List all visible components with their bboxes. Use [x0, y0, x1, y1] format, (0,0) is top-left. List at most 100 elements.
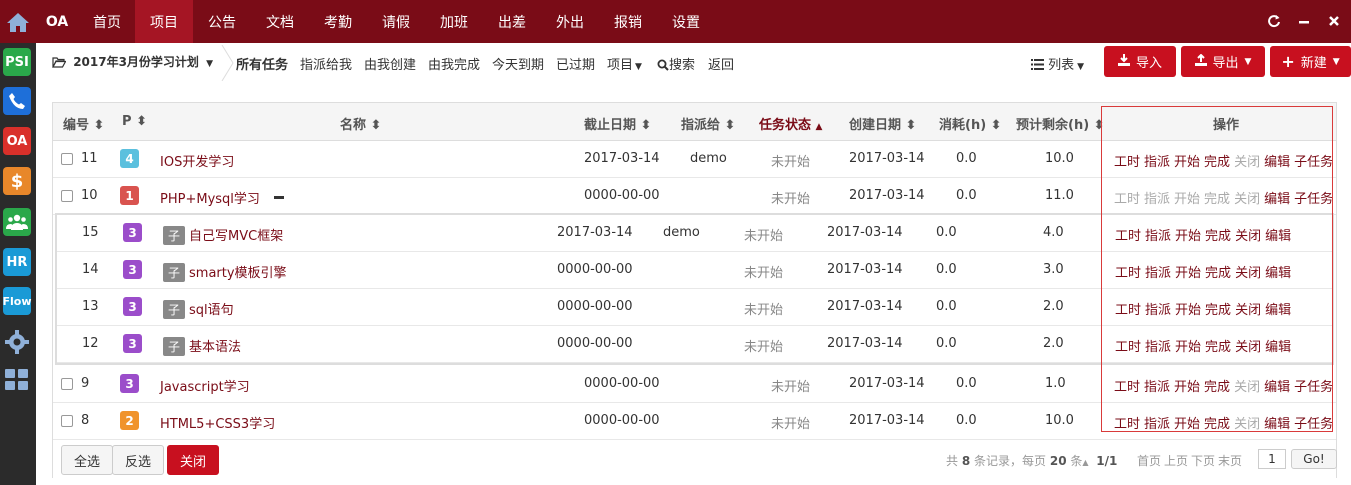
task-name-link[interactable]: 子 sql语句: [163, 299, 234, 319]
subtask-row[interactable]: 15 2017-03-14 demo 未开始 2017-03-14 0.0 4.0 3 子自己写…: [57, 215, 1332, 252]
action-finish[interactable]: 完成: [1204, 380, 1230, 395]
minimize-icon[interactable]: [1294, 11, 1314, 31]
action-assign[interactable]: 指派: [1144, 155, 1170, 170]
export-button[interactable]: 导出 ▼: [1181, 46, 1265, 77]
action-assign[interactable]: 指派: [1145, 229, 1171, 244]
action-log-hours[interactable]: 工时: [1114, 155, 1140, 170]
app-psi-icon[interactable]: PSI: [3, 48, 31, 76]
action-close[interactable]: 关闭: [1235, 340, 1261, 355]
nav-item-4[interactable]: 考勤: [309, 0, 367, 43]
filter-project-dropdown[interactable]: 项目 ▼: [607, 54, 642, 73]
table-row[interactable]: 8 0000-00-00 未开始 2017-03-14 0.0 10.0 2 HTML5+CS…: [53, 403, 1336, 440]
app-oa-icon[interactable]: OA: [3, 127, 31, 155]
subtask-row[interactable]: 12 0000-00-00 未开始 2017-03-14 0.0 2.0 3 子基本语法 工时指…: [57, 326, 1332, 363]
nav-item-6[interactable]: 加班: [425, 0, 483, 43]
pager-next[interactable]: 下页: [1191, 452, 1215, 469]
import-button[interactable]: 导入: [1104, 46, 1176, 77]
view-list-toggle[interactable]: 列表 ▼: [1031, 54, 1084, 74]
table-row[interactable]: 9 0000-00-00 未开始 2017-03-14 0.0 1.0 3 Javascrip…: [53, 366, 1336, 403]
filter-finished-by-me[interactable]: 由我完成: [428, 54, 480, 73]
col-id-header[interactable]: 编号 ⬍: [63, 114, 104, 133]
action-edit[interactable]: 编辑: [1265, 229, 1291, 244]
action-close[interactable]: 关闭: [1234, 155, 1260, 170]
back-link[interactable]: 返回: [708, 54, 734, 73]
action-close[interactable]: 关闭: [1235, 229, 1261, 244]
team-app-icon[interactable]: [3, 208, 31, 236]
invert-selection-button[interactable]: 反选: [112, 445, 164, 475]
action-start[interactable]: 开始: [1174, 192, 1200, 207]
action-log-hours[interactable]: 工时: [1114, 417, 1140, 432]
action-start[interactable]: 开始: [1175, 229, 1201, 244]
row-checkbox[interactable]: [61, 415, 73, 427]
action-log-hours[interactable]: 工时: [1114, 192, 1140, 207]
task-name-link[interactable]: 子基本语法: [163, 336, 241, 356]
action-finish[interactable]: 完成: [1204, 417, 1230, 432]
project-selector[interactable]: 2017年3月份学习计划 ▼: [51, 53, 213, 71]
action-start[interactable]: 开始: [1174, 417, 1200, 432]
action-log-hours[interactable]: 工时: [1115, 229, 1141, 244]
subtask-row[interactable]: 14 0000-00-00 未开始 2017-03-14 0.0 3.0 3 子 smarty模…: [57, 252, 1332, 289]
gear-icon[interactable]: [3, 328, 31, 356]
row-checkbox[interactable]: [61, 190, 73, 202]
phone-app-icon[interactable]: [3, 87, 31, 115]
table-row[interactable]: 10 0000-00-00 未开始 2017-03-14 0.0 11.0 1 PHP+Mys…: [53, 178, 1336, 215]
nav-item-0[interactable]: 首页: [78, 0, 136, 43]
action-edit[interactable]: 编辑: [1264, 192, 1290, 207]
nav-item-7[interactable]: 出差: [483, 0, 541, 43]
action-subtask[interactable]: 子任务: [1294, 417, 1333, 432]
task-name-link[interactable]: 子 smarty模板引擎: [163, 262, 287, 282]
action-assign[interactable]: 指派: [1145, 340, 1171, 355]
col-name-header[interactable]: 名称 ⬍: [340, 114, 381, 133]
collapse-icon[interactable]: [273, 196, 284, 199]
search-button[interactable]: 搜索: [657, 54, 695, 75]
pager-first[interactable]: 首页: [1137, 452, 1161, 469]
action-edit[interactable]: 编辑: [1264, 155, 1290, 170]
row-checkbox[interactable]: [61, 153, 73, 165]
action-assign[interactable]: 指派: [1145, 303, 1171, 318]
action-close[interactable]: 关闭: [1234, 417, 1260, 432]
col-deadline-header[interactable]: 截止日期 ⬍: [584, 114, 651, 133]
nav-item-3[interactable]: 文档: [251, 0, 309, 43]
app-hr-icon[interactable]: HR: [3, 248, 31, 276]
col-assignee-header[interactable]: 指派给 ⬍: [681, 114, 735, 133]
nav-item-1[interactable]: 项目: [135, 0, 193, 43]
pager-prev[interactable]: 上页: [1164, 452, 1188, 469]
nav-item-9[interactable]: 报销: [599, 0, 657, 43]
app-flow-icon[interactable]: Flow: [3, 287, 32, 315]
action-close[interactable]: 关闭: [1234, 380, 1260, 395]
action-assign[interactable]: 指派: [1144, 380, 1170, 395]
new-task-button[interactable]: + 新建 ▼: [1270, 46, 1351, 77]
grid-apps-icon[interactable]: [3, 366, 31, 394]
table-row[interactable]: 11 2017-03-14 demo 未开始 2017-03-14 0.0 10.0 4 IOS…: [53, 141, 1336, 178]
action-edit[interactable]: 编辑: [1264, 417, 1290, 432]
subtask-row[interactable]: 13 0000-00-00 未开始 2017-03-14 0.0 2.0 3 子 sql语句 工时…: [57, 289, 1332, 326]
pager-last[interactable]: 末页: [1218, 452, 1242, 469]
action-start[interactable]: 开始: [1175, 340, 1201, 355]
nav-item-5[interactable]: 请假: [367, 0, 425, 43]
task-name-link[interactable]: HTML5+CSS3学习: [160, 413, 275, 432]
row-checkbox[interactable]: [61, 378, 73, 390]
col-status-header[interactable]: 任务状态 ▲: [759, 114, 822, 133]
action-start[interactable]: 开始: [1175, 303, 1201, 318]
nav-item-10[interactable]: 设置: [657, 0, 715, 43]
go-button[interactable]: Go!: [1291, 449, 1337, 469]
refresh-icon[interactable]: [1264, 11, 1284, 31]
action-log-hours[interactable]: 工时: [1115, 266, 1141, 281]
col-consumed-header[interactable]: 消耗(h) ⬍: [939, 114, 1002, 133]
action-finish[interactable]: 完成: [1204, 155, 1230, 170]
task-name-link[interactable]: PHP+Mysql学习: [160, 188, 284, 207]
nav-item-2[interactable]: 公告: [193, 0, 251, 43]
app-finance-icon[interactable]: $: [3, 167, 31, 195]
action-finish[interactable]: 完成: [1204, 192, 1230, 207]
col-priority-header[interactable]: P ⬍: [122, 114, 147, 129]
col-left-header[interactable]: 预计剩余(h) ⬍: [1016, 114, 1105, 133]
task-name-link[interactable]: IOS开发学习: [160, 151, 234, 170]
filter-all-tasks[interactable]: 所有任务: [236, 54, 288, 73]
batch-close-button[interactable]: 关闭: [167, 445, 219, 475]
action-finish[interactable]: 完成: [1205, 266, 1231, 281]
action-close[interactable]: 关闭: [1234, 192, 1260, 207]
home-icon[interactable]: [0, 0, 36, 43]
task-name-link[interactable]: Javascript学习: [160, 376, 250, 395]
nav-item-8[interactable]: 外出: [541, 0, 599, 43]
action-log-hours[interactable]: 工时: [1115, 303, 1141, 318]
